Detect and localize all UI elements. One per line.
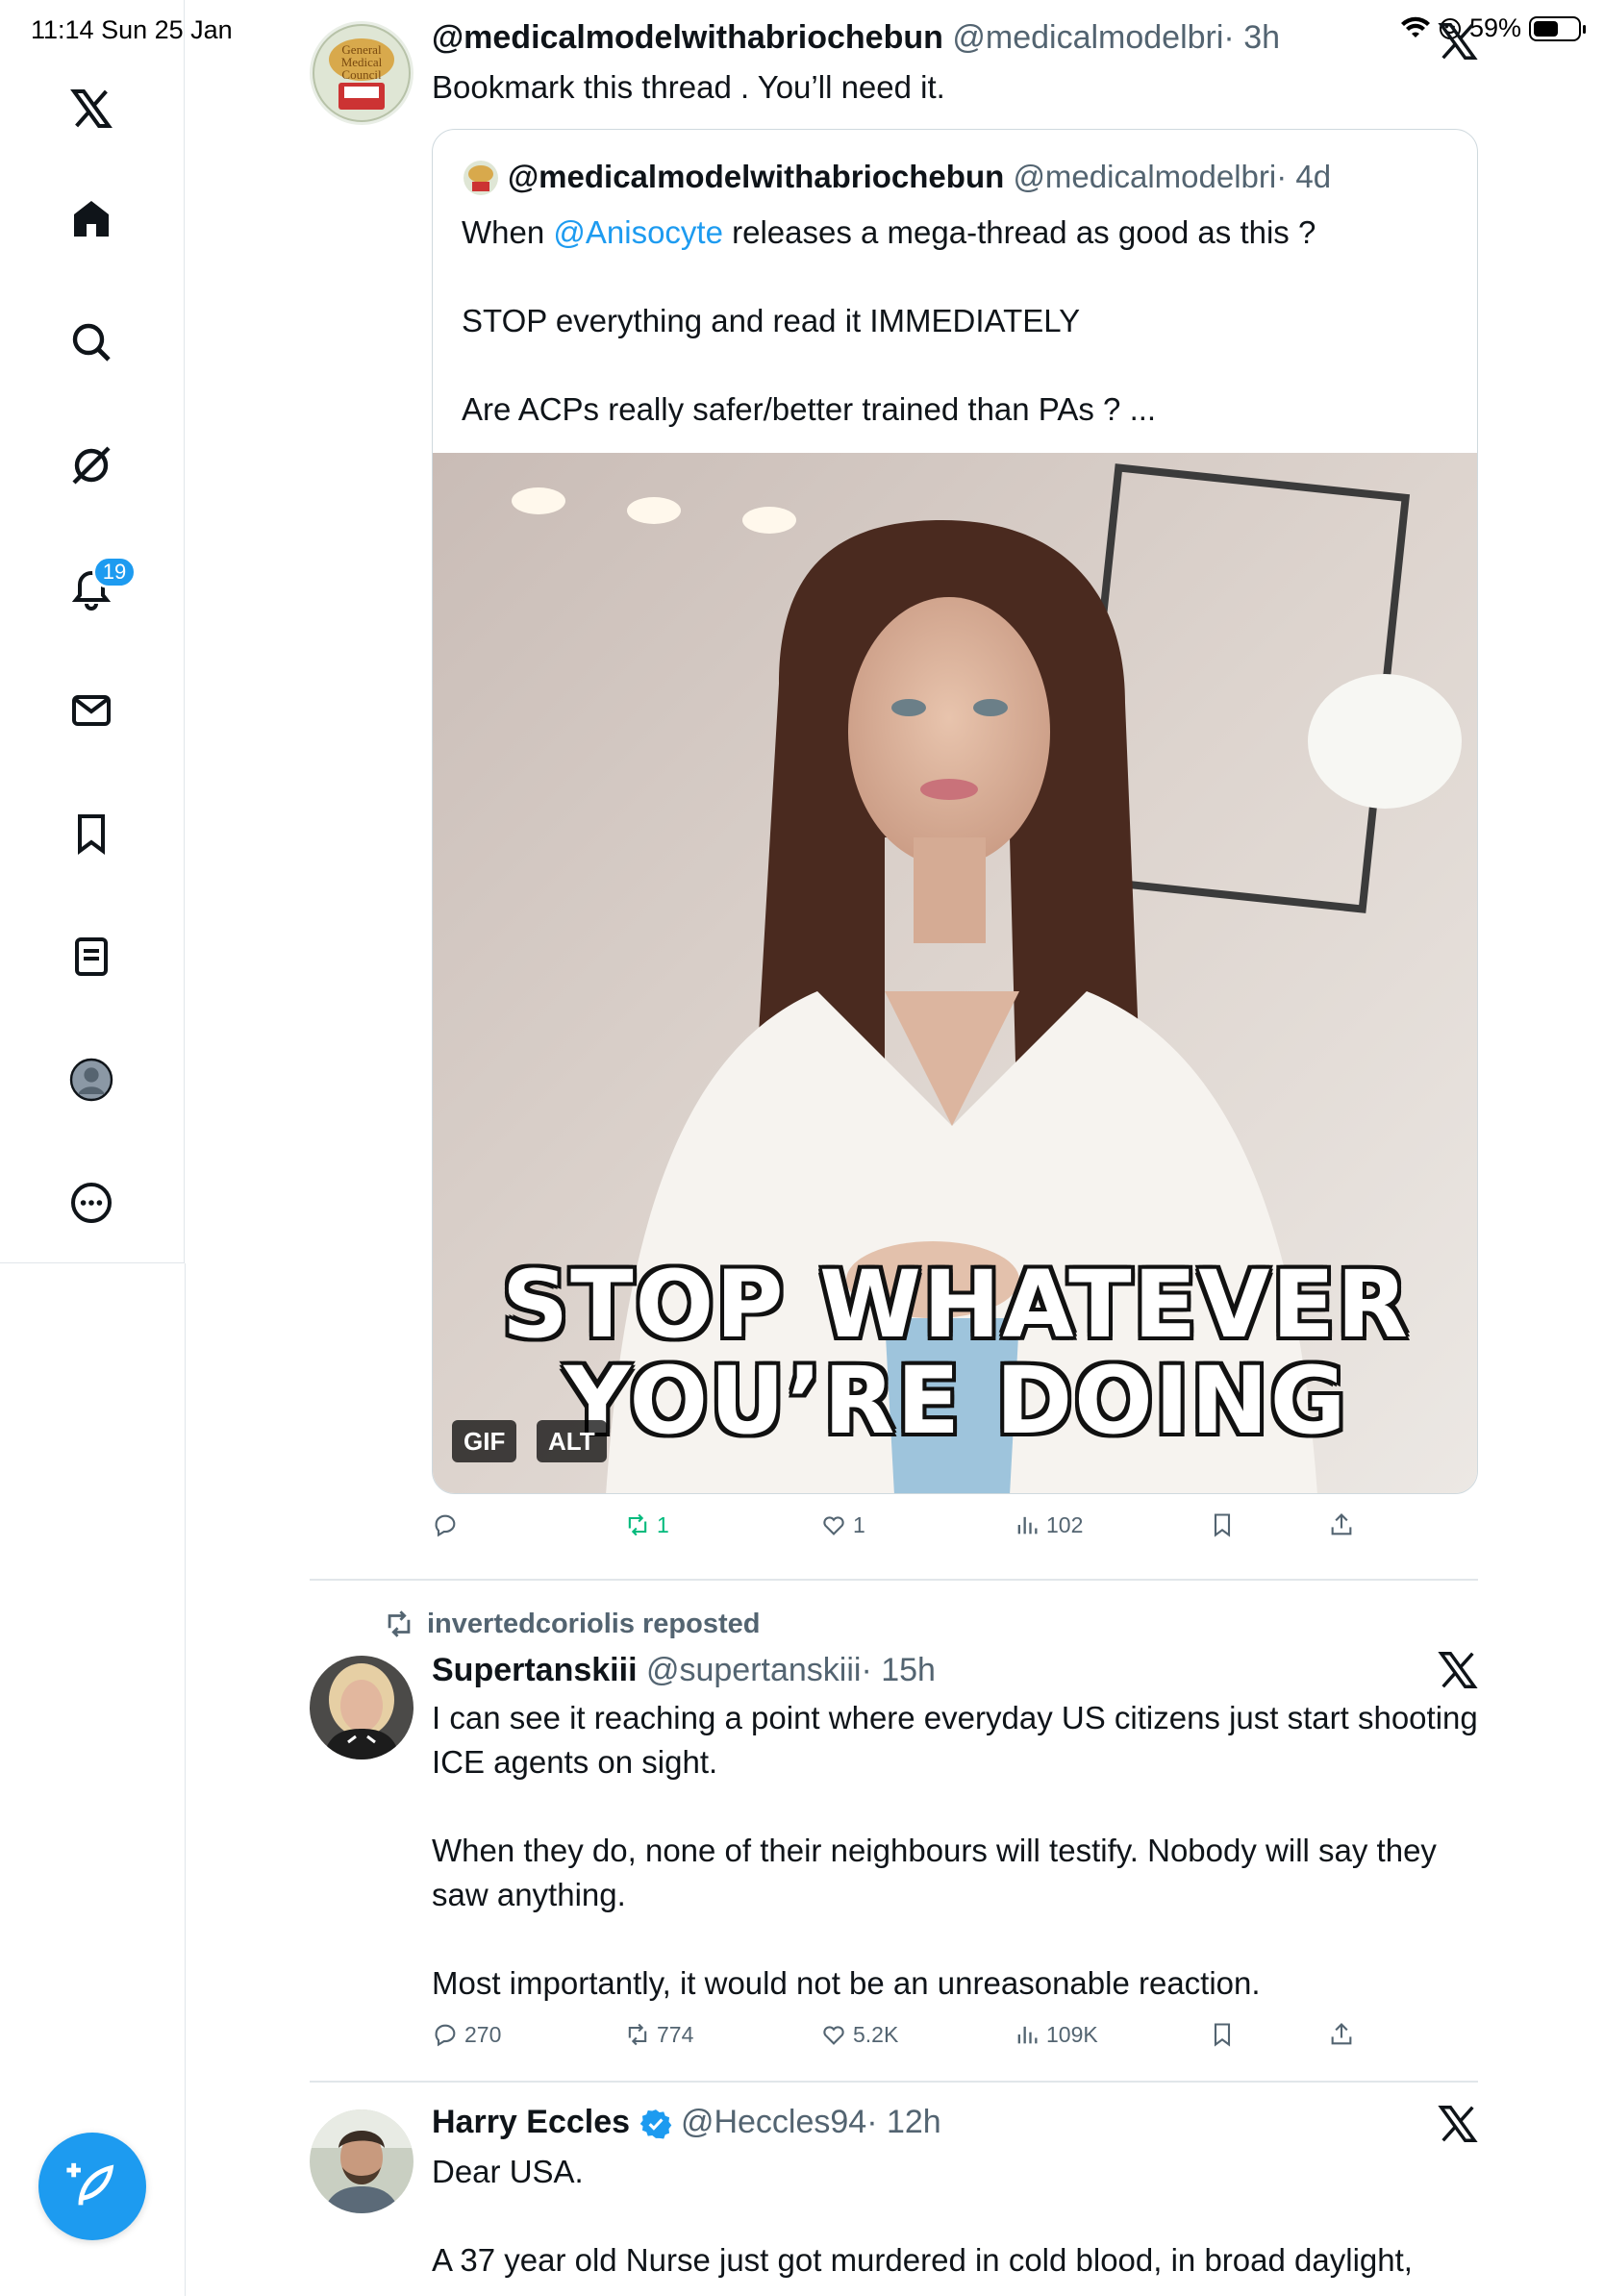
quoted-post-card[interactable]: @medicalmodelwithabriochebun @medicalmod… [432,129,1478,1494]
quoted-line-2: STOP everything and read it IMMEDIATELY [462,303,1081,338]
profile-avatar-icon[interactable] [63,1052,119,1108]
like-button[interactable]: 1 [820,1511,865,1538]
bookmarks-icon[interactable] [63,806,119,861]
author-name[interactable]: Harry Eccles [432,2104,630,2140]
post-paragraph: I can see it reaching a point where ever… [432,1700,1478,1780]
notification-count-badge: 19 [92,556,137,588]
quoted-text-part: releases a mega-thread as good as this ? [722,214,1316,250]
home-icon[interactable] [63,191,119,247]
post-text: Bookmark this thread . You’ll need it. [432,69,945,105]
repost-icon [628,1513,647,1536]
repost-button[interactable]: 1 [624,1511,669,1538]
quoted-text-part: When [462,214,554,250]
grok-icon[interactable] [63,437,119,493]
views-count: 109K [1046,2021,1098,2047]
svg-text:Council: Council [341,67,382,82]
author-handle[interactable]: @Heccles94 [681,2104,866,2140]
reply-count: 270 [464,2021,502,2047]
lists-icon[interactable] [63,929,119,985]
views-button[interactable]: 109K [1014,2021,1098,2048]
post-x-icon[interactable] [1436,2102,1480,2146]
author-handle[interactable]: @medicalmodelbri [952,19,1223,56]
bookmark-button[interactable] [1209,1511,1236,1538]
reply-icon [435,1514,456,1537]
quoted-author-name: @medicalmodelwithabriochebun [508,159,1005,194]
post-paragraph: Most importantly, it would not be an unr… [432,1965,1261,2001]
views-chart-icon [1017,1516,1038,1535]
messages-envelope-icon[interactable] [63,683,119,738]
alt-text-button[interactable]: ALT [537,1420,607,1462]
quoted-author-handle: @medicalmodelbri [1013,159,1277,194]
post-x-icon[interactable] [1436,19,1480,63]
views-chart-icon [1017,2026,1038,2044]
like-button[interactable]: 5.2K [820,2021,898,2048]
author-handle[interactable]: @supertanskiii [646,1652,862,1688]
repost-context[interactable]: invertedcoriolis reposted [383,1608,761,1640]
share-icon [1331,1513,1352,1535]
share-icon [1331,2023,1352,2045]
x-logo-icon[interactable] [63,81,119,137]
heart-icon [823,1516,844,1535]
post-header: Harry Eccles @Heccles94· 12h [432,2104,941,2141]
post-actions-bar: 1 1 102 [432,1511,1355,1550]
quoted-post-time: · 4d [1276,159,1332,194]
gif-caption-line-1: STOP WHATEVER [502,1251,1410,1359]
gif-tag: GIF [452,1420,517,1462]
post-x-icon[interactable] [1436,1648,1480,1692]
repost-button[interactable]: 774 [624,2021,693,2048]
post-paragraph: When they do, none of their neighbours w… [432,1833,1437,1912]
more-options-icon[interactable] [63,1175,119,1231]
post-avatar[interactable] [310,2109,414,2213]
reply-button[interactable] [432,1511,464,1538]
post-time: · 15h [861,1652,936,1688]
post-divider [310,1579,1478,1581]
quoted-avatar [464,161,498,195]
quoted-line-3: Are ACPs really safer/better trained tha… [462,391,1157,427]
post-paragraph: Dear USA. [432,2154,584,2189]
heart-icon [823,2026,844,2045]
quoted-gif-media[interactable]: STOP WHATEVER YOU’RE DOING GIF ALT [433,453,1477,1493]
repost-context-text: invertedcoriolis reposted [427,1608,761,1639]
search-icon[interactable] [63,314,119,370]
battery-icon [1529,15,1586,41]
post-header: @medicalmodelwithabriochebun @medicalmod… [432,19,1280,57]
views-count: 102 [1046,1511,1084,1537]
repost-count: 774 [657,2021,694,2047]
share-button[interactable] [1328,1511,1355,1538]
views-button[interactable]: 102 [1014,1511,1083,1538]
post-time: · 3h [1223,19,1281,56]
author-name[interactable]: @medicalmodelwithabriochebun [432,19,943,56]
share-button[interactable] [1328,2021,1355,2048]
like-count: 5.2K [853,2021,899,2047]
wifi-icon [1400,16,1430,37]
bookmark-icon [1214,1513,1231,1537]
post-avatar[interactable] [310,1656,414,1759]
like-count: 1 [853,1511,865,1537]
reply-button[interactable]: 270 [432,2021,501,2048]
post-divider [310,2081,1478,2083]
repost-count: 1 [657,1511,669,1537]
author-name[interactable]: Supertanskiii [432,1652,638,1688]
reply-icon [435,2024,456,2047]
post-avatar[interactable]: General Medical Council [310,21,414,125]
post-text: I can see it reaching a point where ever… [432,1696,1480,2006]
repost-context-icon [388,1610,411,1637]
status-right: 59% [1400,13,1586,43]
compose-feather-icon [66,2162,114,2206]
mention-link[interactable]: @Anisocyte [553,214,723,250]
bookmark-icon [1214,2023,1231,2047]
post-time: · 12h [866,2104,941,2140]
post-text: Dear USA. A 37 year old Nurse just got m… [432,2150,1480,2283]
compose-post-button[interactable] [38,2133,146,2240]
post-actions-bar: 270 774 5.2K 109K [432,2021,1355,2059]
verified-badge-icon [639,2109,671,2139]
quoted-text: When @Anisocyte releases a mega-thread a… [462,211,1442,476]
quoted-header: @medicalmodelwithabriochebun @medicalmod… [508,159,1331,195]
sidebar-divider [185,1263,186,2296]
bookmark-button[interactable] [1209,2021,1236,2048]
repost-icon [628,2023,647,2046]
post-header: Supertanskiii @supertanskiii· 15h [432,1652,936,1689]
post-paragraph: A 37 year old Nurse just got murdered in… [432,2242,1413,2278]
